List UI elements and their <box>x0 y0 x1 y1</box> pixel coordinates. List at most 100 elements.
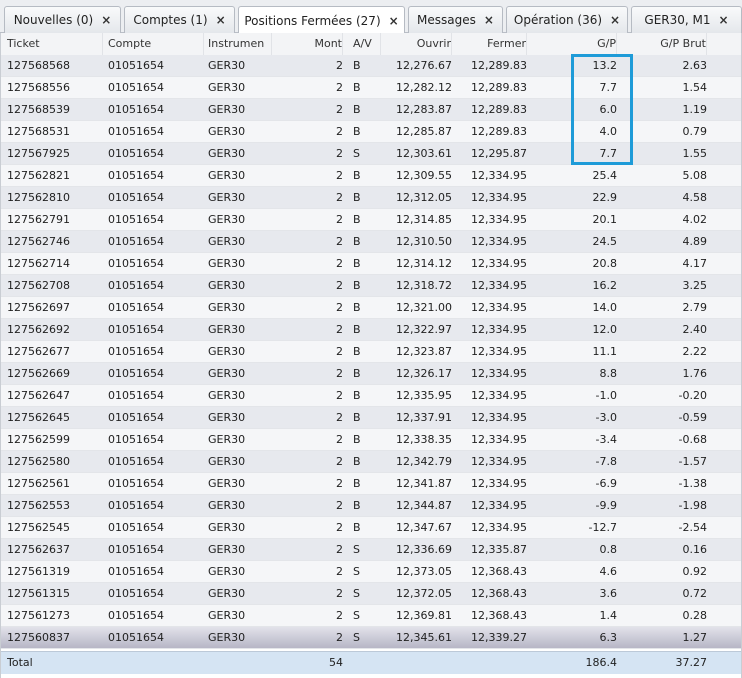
table-row[interactable]: 127568556 01051654 GER30 2 B 12,282.12 12,289.… <box>1 77 741 99</box>
cell-fermer: 12,368.43 <box>471 587 527 600</box>
cell-mont: 2 <box>336 609 343 622</box>
cell-av: B <box>353 103 361 116</box>
cell-av: B <box>353 323 361 336</box>
table-row[interactable]: 127562647 01051654 GER30 2 B 12,335.95 12,334.… <box>1 385 741 407</box>
close-icon[interactable]: × <box>610 14 620 26</box>
cell-ouvrir: 12,341.87 <box>396 477 452 490</box>
column-header-ouvrir[interactable]: Ouvrir <box>382 33 452 55</box>
cell-fermer: 12,368.43 <box>471 565 527 578</box>
table-row[interactable]: 127568531 01051654 GER30 2 B 12,285.87 12,289.… <box>1 121 741 143</box>
cell-compte: 01051654 <box>108 81 164 94</box>
cell-ouvrir: 12,336.69 <box>396 543 452 556</box>
cell-mont: 2 <box>336 81 343 94</box>
cell-fermer: 12,334.95 <box>471 345 527 358</box>
table-row[interactable]: 127562645 01051654 GER30 2 B 12,337.91 12,334.… <box>1 407 741 429</box>
cell-ouvrir: 12,314.85 <box>396 213 452 226</box>
column-header-gp[interactable]: G/P <box>535 33 617 55</box>
cell-gp: 6.3 <box>599 631 618 644</box>
tab-comptes[interactable]: Comptes (1) × <box>124 6 235 33</box>
close-icon[interactable]: × <box>484 14 494 26</box>
close-icon[interactable]: × <box>389 15 399 27</box>
cell-av: B <box>353 345 361 358</box>
cell-ticket: 127562821 <box>7 169 70 182</box>
table-row[interactable]: 127562677 01051654 GER30 2 B 12,323.87 12,334.… <box>1 341 741 363</box>
close-icon[interactable]: × <box>719 14 729 26</box>
table-row[interactable]: 127568568 01051654 GER30 2 B 12,276.67 12,289.… <box>1 55 741 77</box>
column-header-av[interactable]: A/V <box>353 33 381 55</box>
cell-fermer: 12,334.95 <box>471 477 527 490</box>
column-header-fermer[interactable]: Fermer <box>457 33 527 55</box>
table-row[interactable]: 127562580 01051654 GER30 2 B 12,342.79 12,334.… <box>1 451 741 473</box>
table-row[interactable]: 127562637 01051654 GER30 2 S 12,336.69 12,335.… <box>1 539 741 561</box>
cell-gp: 22.9 <box>592 191 618 204</box>
table-row[interactable]: 127562545 01051654 GER30 2 B 12,347.67 12,334.… <box>1 517 741 539</box>
table-row[interactable]: 127562810 01051654 GER30 2 B 12,312.05 12,334.… <box>1 187 741 209</box>
cell-ouvrir: 12,344.87 <box>396 499 452 512</box>
cell-instrument: GER30 <box>208 257 246 270</box>
cell-ticket: 127568568 <box>7 59 70 72</box>
cell-ouvrir: 12,345.61 <box>396 631 452 644</box>
table-row[interactable]: 127562669 01051654 GER30 2 B 12,326.17 12,334.… <box>1 363 741 385</box>
cell-gp: 11.1 <box>592 345 618 358</box>
table-row[interactable]: 127562791 01051654 GER30 2 B 12,314.85 12,334.… <box>1 209 741 231</box>
cell-mont: 2 <box>336 389 343 402</box>
cell-gp-brut: 0.28 <box>682 609 708 622</box>
table-row[interactable]: 127568539 01051654 GER30 2 B 12,283.87 12,289.… <box>1 99 741 121</box>
table-row[interactable]: 127562692 01051654 GER30 2 B 12,322.97 12,334.… <box>1 319 741 341</box>
table-row[interactable]: 127562697 01051654 GER30 2 B 12,321.00 12,334.… <box>1 297 741 319</box>
cell-av: S <box>353 609 360 622</box>
table-row[interactable]: 127562714 01051654 GER30 2 B 12,314.12 12,334.… <box>1 253 741 275</box>
tab-label: Positions Fermées (27) <box>244 13 381 28</box>
table-row[interactable]: 127562553 01051654 GER30 2 B 12,344.87 12,334.… <box>1 495 741 517</box>
table-row[interactable]: 127562708 01051654 GER30 2 B 12,318.72 12,334.… <box>1 275 741 297</box>
cell-ticket: 127562791 <box>7 213 70 226</box>
cell-mont: 2 <box>336 59 343 72</box>
table-row[interactable]: 127562561 01051654 GER30 2 B 12,341.87 12,334.… <box>1 473 741 495</box>
cell-mont: 2 <box>336 543 343 556</box>
cell-gp: 12.0 <box>592 323 618 336</box>
table-row[interactable]: 127567925 01051654 GER30 2 S 12,303.61 12,295.… <box>1 143 741 165</box>
tab-positions-fermees[interactable]: Positions Fermées (27) × <box>238 6 405 34</box>
close-icon[interactable]: × <box>216 14 226 26</box>
column-header-compte[interactable]: Compte <box>108 33 204 55</box>
table-row[interactable]: 127562746 01051654 GER30 2 B 12,310.50 12,334.… <box>1 231 741 253</box>
cell-ticket: 127562714 <box>7 257 70 270</box>
table-row[interactable]: 127562821 01051654 GER30 2 B 12,309.55 12,334.… <box>1 165 741 187</box>
tab-ger30-m1[interactable]: GER30, M1 × <box>631 6 742 33</box>
cell-mont: 2 <box>336 301 343 314</box>
cell-compte: 01051654 <box>108 103 164 116</box>
cell-av: B <box>353 59 361 72</box>
cell-instrument: GER30 <box>208 147 246 160</box>
table-row[interactable]: 127561315 01051654 GER30 2 S 12,372.05 12,368.… <box>1 583 741 605</box>
column-header-ticket[interactable]: Ticket <box>7 33 103 55</box>
cell-mont: 2 <box>336 521 343 534</box>
cell-gp: 0.8 <box>599 543 618 556</box>
table-row[interactable]: 127560837 01051654 GER30 2 S 12,345.61 12,339.… <box>1 627 741 649</box>
cell-mont: 2 <box>336 191 343 204</box>
cell-gp-brut: -0.59 <box>678 411 707 424</box>
column-header-instrument[interactable]: Instrumen <box>208 33 272 55</box>
column-header-gp-brut[interactable]: G/P Brut <box>621 33 707 55</box>
tab-operation[interactable]: Opération (36) × <box>506 6 628 33</box>
cell-gp: -1.0 <box>595 389 617 402</box>
cell-mont: 2 <box>336 235 343 248</box>
cell-ouvrir: 12,310.50 <box>396 235 452 248</box>
cell-ouvrir: 12,318.72 <box>396 279 452 292</box>
cell-gp: 4.6 <box>599 565 618 578</box>
cell-mont: 2 <box>336 103 343 116</box>
cell-ouvrir: 12,337.91 <box>396 411 452 424</box>
cell-gp-brut: 0.72 <box>682 587 708 600</box>
tab-messages[interactable]: Messages × <box>408 6 503 33</box>
cell-gp: 13.2 <box>592 59 618 72</box>
table-row[interactable]: 127561319 01051654 GER30 2 S 12,373.05 12,368.… <box>1 561 741 583</box>
table-row[interactable]: 127562599 01051654 GER30 2 B 12,338.35 12,334.… <box>1 429 741 451</box>
cell-ticket: 127562677 <box>7 345 70 358</box>
column-header-mont[interactable]: Mont <box>274 33 343 55</box>
tab-nouvelles[interactable]: Nouvelles (0) × <box>4 6 121 33</box>
table-row[interactable]: 127561273 01051654 GER30 2 S 12,369.81 12,368.… <box>1 605 741 627</box>
cell-instrument: GER30 <box>208 81 246 94</box>
cell-ticket: 127562647 <box>7 389 70 402</box>
close-icon[interactable]: × <box>101 14 111 26</box>
cell-fermer: 12,334.95 <box>471 323 527 336</box>
cell-gp-brut: -1.98 <box>678 499 707 512</box>
